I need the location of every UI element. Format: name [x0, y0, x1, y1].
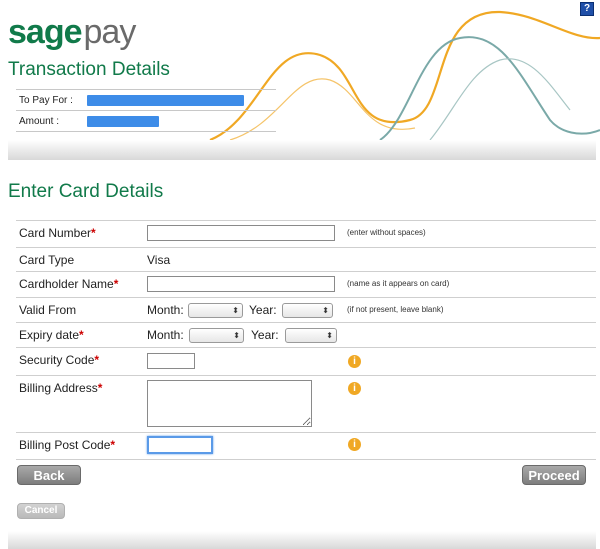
cardholder-name-row: Cardholder Name* (name as it appears on …	[16, 272, 596, 298]
valid-from-year-select[interactable]: ⬍	[282, 303, 333, 318]
billing-address-row: Billing Address* i	[16, 376, 596, 433]
expiry-year-label: Year:	[251, 328, 279, 342]
valid-from-hint: (if not present, leave blank)	[347, 305, 444, 314]
billing-address-input[interactable]	[147, 380, 312, 427]
section-divider-band	[8, 140, 596, 160]
transaction-details-title: Transaction Details	[8, 59, 170, 80]
chevron-updown-icon: ⬍	[233, 331, 240, 340]
expiry-date-label: Expiry date*	[19, 328, 84, 342]
to-pay-for-redacted-value	[87, 94, 244, 106]
logo-sage-text: sage	[8, 13, 82, 51]
security-code-row: Security Code* i	[16, 348, 596, 376]
chevron-updown-icon: ⬍	[232, 306, 239, 315]
cancel-button[interactable]: Cancel	[17, 503, 65, 519]
card-number-row: Card Number* (enter without spaces)	[16, 220, 596, 248]
chevron-updown-icon: ⬍	[326, 331, 333, 340]
cardholder-name-hint: (name as it appears on card)	[347, 279, 450, 288]
card-number-input[interactable]	[147, 225, 335, 241]
expiry-month-select[interactable]: ⬍	[189, 328, 244, 343]
cardholder-name-input[interactable]	[147, 276, 335, 292]
card-type-row: Card Type Visa	[16, 248, 596, 272]
payment-page: ? sagepay Transaction Details To Pay For…	[0, 0, 600, 549]
info-icon[interactable]: i	[348, 438, 361, 451]
valid-from-label: Valid From	[19, 303, 77, 317]
amount-label: Amount :	[19, 115, 60, 127]
valid-from-month-label: Month:	[147, 303, 184, 317]
security-code-input[interactable]	[147, 353, 195, 369]
chevron-updown-icon: ⬍	[322, 306, 329, 315]
security-code-label: Security Code*	[19, 353, 100, 367]
sagepay-logo: sagepay	[8, 12, 137, 52]
transaction-summary-table: To Pay For : Amount :	[16, 89, 276, 132]
expiry-year-select[interactable]: ⬍	[285, 328, 337, 343]
billing-address-label: Billing Address*	[19, 381, 103, 395]
billing-post-code-row: Billing Post Code* i	[16, 433, 596, 460]
cardholder-name-label: Cardholder Name*	[19, 277, 119, 291]
card-type-value: Visa	[147, 253, 171, 267]
card-details-form: Card Number* (enter without spaces) Card…	[16, 220, 596, 460]
info-icon[interactable]: i	[348, 355, 361, 368]
card-number-label: Card Number*	[19, 226, 96, 240]
proceed-button[interactable]: Proceed	[522, 465, 586, 485]
valid-from-year-label: Year:	[249, 303, 277, 317]
card-number-hint: (enter without spaces)	[347, 228, 426, 237]
billing-post-code-input[interactable]	[147, 436, 213, 454]
amount-row: Amount :	[16, 111, 276, 132]
info-icon[interactable]: i	[348, 382, 361, 395]
valid-from-month-select[interactable]: ⬍	[188, 303, 243, 318]
enter-card-details-title: Enter Card Details	[8, 181, 164, 202]
to-pay-for-row: To Pay For :	[16, 89, 276, 111]
logo-pay-text: pay	[83, 13, 137, 51]
back-button[interactable]: Back	[17, 465, 81, 485]
amount-redacted-value	[87, 115, 159, 127]
expiry-date-row: Expiry date* Month: ⬍ Year: ⬍	[16, 323, 596, 348]
billing-post-code-label: Billing Post Code*	[19, 438, 116, 452]
valid-from-row: Valid From Month: ⬍ Year: ⬍ (if not pres…	[16, 298, 596, 323]
footer-band	[8, 531, 596, 549]
expiry-month-label: Month:	[147, 328, 184, 342]
card-type-label: Card Type	[19, 253, 75, 267]
to-pay-for-label: To Pay For :	[19, 94, 73, 106]
